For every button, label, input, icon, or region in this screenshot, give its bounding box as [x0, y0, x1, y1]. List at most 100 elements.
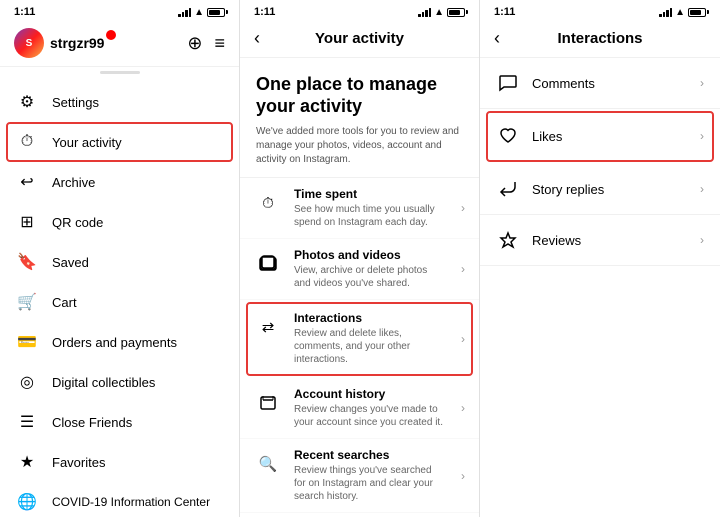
activity-title-photos: Photos and videos: [294, 248, 445, 262]
p3-title: Interactions: [557, 30, 642, 47]
cart-icon: 🛒: [16, 291, 38, 313]
menu-item-your-activity[interactable]: ⏱ Your activity: [6, 122, 233, 162]
activity-item-time-spent[interactable]: ⏱ Time spent See how much time you usual…: [240, 178, 479, 239]
likes-label: Likes: [532, 129, 688, 144]
qr-icon: ⊞: [16, 211, 38, 233]
activity-desc-photos: View, archive or delete photos and video…: [294, 264, 445, 290]
status-bar-1: 1:11 ▲: [0, 0, 239, 22]
arrow-interactions: ›: [461, 332, 465, 346]
activity-text-searches: Recent searches Review things you've sea…: [294, 448, 445, 503]
signal-icon-2: [418, 7, 431, 17]
menu-label-settings: Settings: [52, 95, 99, 110]
comments-icon: [496, 71, 520, 95]
activity-item-links[interactable]: 🔗 Links you've visited See which links y…: [240, 513, 479, 517]
add-icon[interactable]: ⊕: [187, 33, 202, 54]
user-info: S strgzr99: [14, 28, 116, 58]
menu-label-favorites: Favorites: [52, 455, 105, 470]
arrow-photos: ›: [461, 262, 465, 276]
menu-item-close-friends[interactable]: ☰ Close Friends: [0, 402, 239, 442]
activity-icon: ⏱: [16, 131, 38, 153]
activity-item-photos-videos[interactable]: Photos and videos View, archive or delet…: [240, 239, 479, 300]
menu-label-archive: Archive: [52, 175, 95, 190]
status-bar-3: 1:11 ▲: [480, 0, 720, 22]
panel-interactions: 1:11 ▲ ‹ Interactions Comments ›: [480, 0, 720, 517]
interaction-item-reviews[interactable]: Reviews ›: [480, 215, 720, 266]
menu-item-settings[interactable]: ⚙ Settings: [0, 82, 239, 122]
saved-icon: 🔖: [16, 251, 38, 273]
activity-item-interactions[interactable]: ⇄ Interactions Review and delete likes, …: [246, 302, 473, 376]
menu-label-qr: QR code: [52, 215, 103, 230]
orders-icon: 💳: [16, 331, 38, 353]
activity-title-interactions: Interactions: [294, 311, 445, 325]
interaction-item-story-replies[interactable]: Story replies ›: [480, 164, 720, 215]
menu-item-digital[interactable]: ◎ Digital collectibles: [0, 362, 239, 402]
menu-label-saved: Saved: [52, 255, 89, 270]
story-replies-label: Story replies: [532, 182, 688, 197]
navigation-menu: ⚙ Settings ⏱ Your activity ↩ Archive ⊞ Q…: [0, 78, 239, 517]
back-button-3[interactable]: ‹: [494, 28, 500, 49]
p2-hero: One place to manage your activity We've …: [240, 58, 479, 178]
favorites-icon: ★: [16, 451, 38, 473]
wifi-icon-3: ▲: [675, 7, 685, 18]
archive-icon: ↩: [16, 171, 38, 193]
menu-item-covid[interactable]: 🌐 COVID-19 Information Center: [0, 482, 239, 517]
recent-searches-icon: 🔍: [254, 450, 282, 478]
hero-title: One place to manage your activity: [256, 74, 463, 117]
activity-desc-interactions: Review and delete likes, comments, and y…: [294, 327, 445, 366]
status-bar-2: 1:11 ▲: [240, 0, 479, 22]
menu-item-cart[interactable]: 🛒 Cart: [0, 282, 239, 322]
p3-header: ‹ Interactions: [480, 22, 720, 58]
menu-icon[interactable]: ≡: [214, 33, 225, 54]
signal-icon-3: [659, 7, 672, 17]
menu-label-orders: Orders and payments: [52, 335, 177, 350]
notification-badge: [106, 30, 116, 40]
activity-text-account: Account history Review changes you've ma…: [294, 387, 445, 429]
activity-title-time-spent: Time spent: [294, 187, 445, 201]
wifi-icon-2: ▲: [434, 7, 444, 18]
status-icons-1: ▲: [178, 7, 225, 18]
digital-icon: ◎: [16, 371, 38, 393]
header-icons: ⊕ ≡: [187, 33, 225, 54]
wifi-icon-1: ▲: [194, 7, 204, 18]
activity-item-recent-searches[interactable]: 🔍 Recent searches Review things you've s…: [240, 439, 479, 513]
status-icons-2: ▲: [418, 7, 465, 18]
username: strgzr99: [50, 35, 104, 51]
back-button-2[interactable]: ‹: [254, 28, 260, 49]
hero-subtitle: We've added more tools for you to review…: [256, 125, 463, 167]
menu-item-archive[interactable]: ↩ Archive: [0, 162, 239, 202]
activity-title-searches: Recent searches: [294, 448, 445, 462]
menu-label-covid: COVID-19 Information Center: [52, 495, 210, 509]
p1-header: S strgzr99 ⊕ ≡: [0, 22, 239, 67]
battery-icon-2: [447, 8, 465, 17]
menu-item-saved[interactable]: 🔖 Saved: [0, 242, 239, 282]
menu-item-orders[interactable]: 💳 Orders and payments: [0, 322, 239, 362]
menu-item-qr[interactable]: ⊞ QR code: [0, 202, 239, 242]
menu-item-favorites[interactable]: ★ Favorites: [0, 442, 239, 482]
activity-item-account-history[interactable]: Account history Review changes you've ma…: [240, 378, 479, 439]
panel-navigation: 1:11 ▲ S strgzr99 ⊕ ≡: [0, 0, 240, 517]
time-2: 1:11: [254, 6, 275, 18]
activity-text-time-spent: Time spent See how much time you usually…: [294, 187, 445, 229]
interaction-item-comments[interactable]: Comments ›: [480, 58, 720, 109]
settings-icon: ⚙: [16, 91, 38, 113]
battery-icon-3: [688, 8, 706, 17]
arrow-comments: ›: [700, 76, 704, 90]
story-replies-icon: [496, 177, 520, 201]
activity-title-account: Account history: [294, 387, 445, 401]
menu-label-close-friends: Close Friends: [52, 415, 132, 430]
battery-icon-1: [207, 8, 225, 17]
activity-desc-account: Review changes you've made to your accou…: [294, 403, 445, 429]
arrow-time-spent: ›: [461, 201, 465, 215]
status-icons-3: ▲: [659, 7, 706, 18]
covid-icon: 🌐: [16, 491, 38, 513]
signal-icon-1: [178, 7, 191, 17]
activity-text-photos: Photos and videos View, archive or delet…: [294, 248, 445, 290]
arrow-story-replies: ›: [700, 182, 704, 196]
time-3: 1:11: [494, 6, 515, 18]
activity-desc-time-spent: See how much time you usually spend on I…: [294, 203, 445, 229]
arrow-likes: ›: [700, 129, 704, 143]
activity-text-interactions: Interactions Review and delete likes, co…: [294, 311, 445, 366]
interaction-item-likes[interactable]: Likes ›: [486, 111, 714, 162]
comments-label: Comments: [532, 76, 688, 91]
scroll-indicator: [0, 67, 239, 78]
